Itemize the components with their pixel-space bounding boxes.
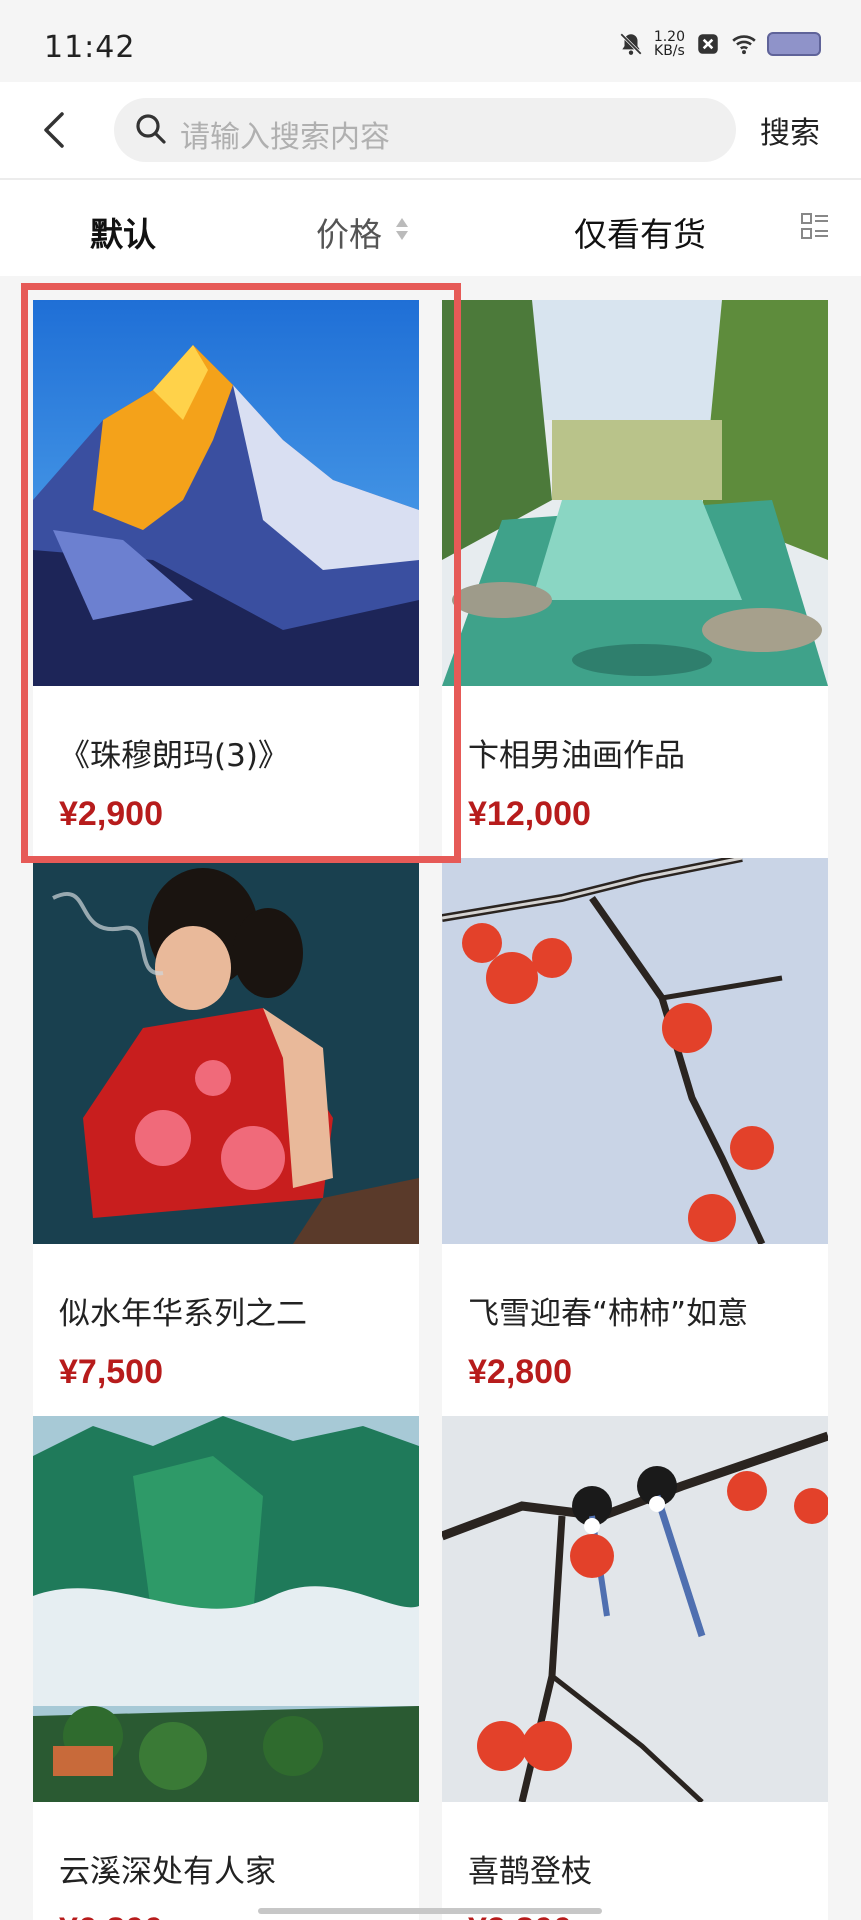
net-speed-value: 1.20 — [653, 29, 685, 45]
close-box-icon — [698, 34, 718, 54]
back-arrow-icon[interactable] — [30, 102, 86, 158]
product-image-river — [442, 300, 828, 686]
product-card[interactable]: 卞相男油画作品 ¥12,000 — [442, 300, 828, 860]
product-price: ¥6,800 — [59, 1911, 163, 1920]
sort-arrows-icon[interactable] — [394, 216, 410, 242]
product-title: 似水年华系列之二 — [59, 1296, 307, 1332]
filter-bar: 默认 价格 仅看有货 — [0, 180, 861, 276]
filter-price-tab[interactable]: 价格 — [316, 208, 382, 256]
product-title: 云溪深处有人家 — [59, 1854, 276, 1890]
mute-bell-icon — [619, 33, 642, 55]
product-price: ¥2,800 — [468, 1353, 572, 1391]
product-price: ¥7,500 — [59, 1353, 163, 1391]
top-bar: 请输入搜索内容 搜索 — [0, 82, 861, 178]
product-title: 喜鹊登枝 — [468, 1854, 592, 1890]
product-image-magpies — [442, 1416, 828, 1802]
search-input[interactable]: 请输入搜索内容 — [114, 98, 736, 162]
layout-toggle-icon[interactable] — [800, 212, 830, 242]
search-placeholder: 请输入搜索内容 — [180, 120, 390, 155]
product-title: 《珠穆朗玛(3)》 — [59, 738, 289, 774]
filter-default-tab[interactable]: 默认 — [90, 208, 156, 256]
product-card[interactable]: 云溪深处有人家 ¥6,800 — [33, 1416, 419, 1920]
net-speed: 1.20 KB/s — [654, 30, 685, 58]
product-card[interactable]: 喜鹊登枝 ¥2,800 — [442, 1416, 828, 1920]
product-price: ¥2,900 — [59, 795, 163, 833]
product-card[interactable]: 似水年华系列之二 ¥7,500 — [33, 858, 419, 1418]
product-image-landscape — [33, 1416, 419, 1802]
status-bar: 11:42 1.20 KB/s — [0, 0, 861, 82]
product-image-mountain — [33, 300, 419, 686]
wifi-icon — [732, 35, 756, 55]
product-card[interactable]: 飞雪迎春“柿柿”如意 ¥2,800 — [442, 858, 828, 1418]
status-time: 11:42 — [44, 30, 136, 65]
search-button[interactable]: 搜索 — [760, 108, 820, 152]
status-icons: 1.20 KB/s — [618, 30, 821, 58]
battery-icon — [767, 32, 821, 56]
net-speed-unit: KB/s — [654, 43, 685, 59]
product-image-persimmons — [442, 858, 828, 1244]
product-image-woman — [33, 858, 419, 1244]
search-icon — [136, 114, 166, 144]
product-title: 卞相男油画作品 — [468, 738, 685, 774]
product-card[interactable]: 《珠穆朗玛(3)》 ¥2,900 — [33, 300, 419, 860]
product-price: ¥12,000 — [468, 795, 591, 833]
filter-in-stock-tab[interactable]: 仅看有货 — [574, 208, 706, 256]
home-indicator — [258, 1908, 602, 1914]
product-title: 飞雪迎春“柿柿”如意 — [468, 1296, 749, 1332]
